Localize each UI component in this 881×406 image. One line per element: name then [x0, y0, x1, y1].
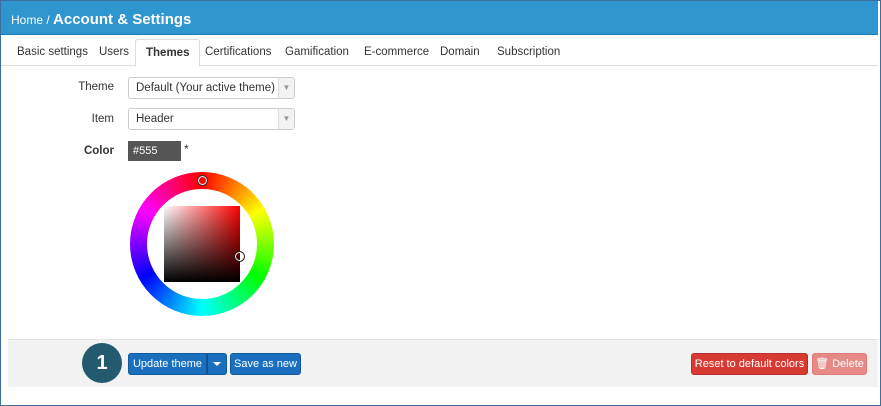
delete-button[interactable]: 🗑 Delete	[812, 353, 867, 375]
required-asterisk: *	[184, 142, 189, 156]
chevron-down-icon[interactable]: ▼	[278, 78, 294, 98]
tab-certifications[interactable]: Certifications	[195, 39, 281, 67]
tab-basic-settings[interactable]: Basic settings	[7, 39, 98, 67]
tab-users[interactable]: Users	[89, 39, 139, 67]
delete-label: Delete	[832, 358, 864, 370]
step-badge: 1	[82, 343, 122, 383]
chevron-down-icon[interactable]: ▼	[278, 109, 294, 129]
tab-domain[interactable]: Domain	[430, 39, 490, 67]
caret-down-icon	[213, 362, 221, 367]
theme-select-value: Default (Your active theme)	[136, 82, 275, 94]
theme-label: Theme	[78, 81, 114, 93]
update-theme-button[interactable]: Update theme	[128, 353, 207, 375]
color-value-field[interactable]: #555	[128, 141, 181, 161]
page-title: Account & Settings	[53, 11, 192, 28]
page-header: Home / Account & Settings	[1, 1, 878, 35]
tab-e-commerce[interactable]: E-commerce	[354, 39, 439, 67]
update-options-button[interactable]	[207, 353, 227, 375]
settings-tabs: Basic settings Users Themes Certificatio…	[1, 37, 878, 67]
breadcrumb-home-link[interactable]: Home /	[11, 13, 50, 27]
breadcrumb: Home / Account & Settings	[11, 11, 191, 28]
item-select-value: Header	[136, 113, 174, 125]
save-as-new-button[interactable]: Save as new	[230, 353, 301, 375]
saturation-value-square[interactable]	[164, 206, 240, 282]
color-label: Color	[83, 145, 114, 157]
tab-themes[interactable]: Themes	[135, 39, 201, 67]
trash-icon: 🗑	[815, 358, 830, 370]
reset-default-colors-button[interactable]: Reset to default colors	[691, 353, 808, 375]
theme-select[interactable]: Default (Your active theme) ▼	[128, 77, 295, 99]
tab-gamification[interactable]: Gamification	[275, 39, 359, 67]
item-label: Item	[91, 113, 114, 125]
item-select[interactable]: Header ▼	[128, 108, 295, 130]
hue-marker-handle[interactable]	[197, 175, 208, 186]
tab-subscription[interactable]: Subscription	[487, 39, 570, 67]
color-marker-handle[interactable]	[234, 251, 245, 262]
